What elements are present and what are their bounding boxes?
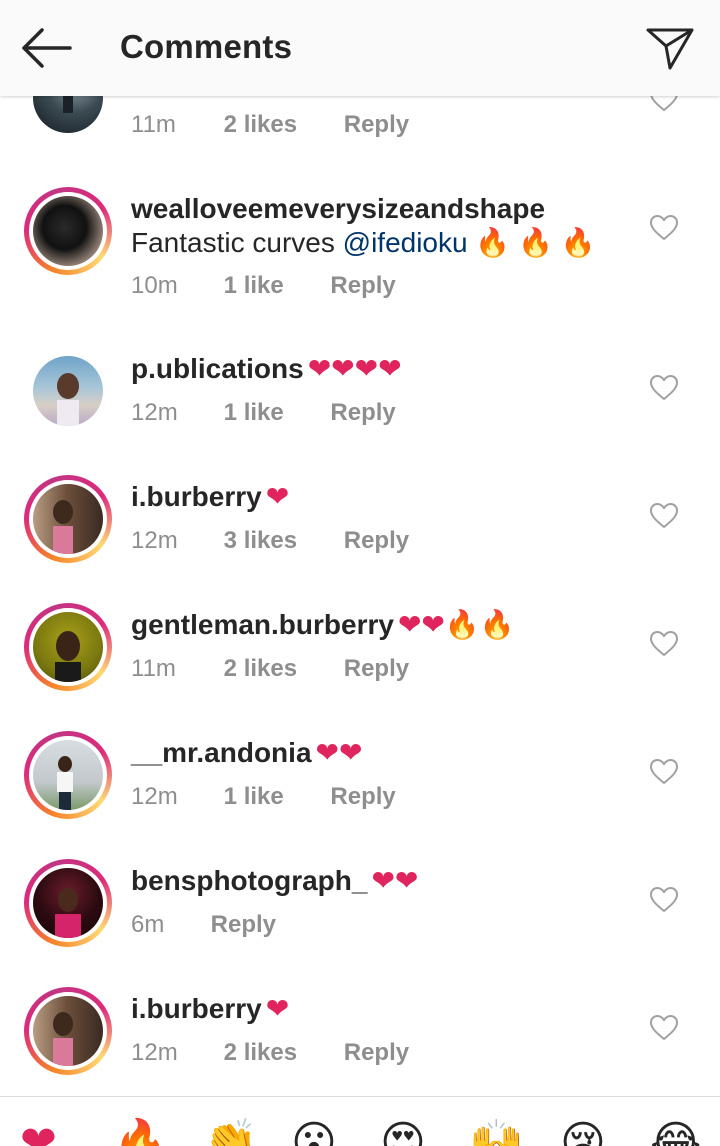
like-heart-icon[interactable] [649,374,679,401]
mention-link[interactable]: @ifedioku [343,227,468,258]
comment-time: 12m [131,1039,178,1066]
comment-username[interactable]: i.burberry ❤ [131,992,289,1025]
comment-time: 6m [131,911,165,938]
reply-button[interactable]: Reply [344,111,409,139]
comment-likes[interactable]: 1 like [224,272,284,300]
comment-likes[interactable]: 2 likes [224,111,297,139]
emoji-crying[interactable]: 😢 [560,1121,606,1146]
comment-username[interactable]: i.burberry ❤ [131,480,289,513]
comment-likes[interactable]: 1 like [224,783,284,811]
avatar[interactable] [24,603,112,691]
comment-username[interactable]: bensphotograph_ ❤❤ [131,864,418,897]
emoji-heart-eyes[interactable]: 😍 [380,1121,426,1146]
comment-text: Fantastic curves @ifedioku 🔥 🔥 🔥 [131,226,596,259]
reply-button[interactable]: Reply [344,655,409,683]
emoji-heart[interactable]: ❤ [20,1121,57,1146]
comment-likes[interactable]: 2 likes [224,655,297,683]
comment-time: 11m [131,111,176,138]
comment-likes[interactable]: 1 like [224,399,284,427]
reply-button[interactable]: Reply [330,783,395,811]
avatar[interactable] [24,347,112,435]
reply-button[interactable]: Reply [344,527,409,555]
avatar[interactable] [24,475,112,563]
comment-meta: 6m Reply [131,911,276,939]
comment-likes[interactable]: 2 likes [224,1039,297,1067]
like-heart-icon[interactable] [649,886,679,913]
emoji-clap[interactable]: 👏 [203,1121,258,1146]
comment-emoji: 🔥 🔥 🔥 [467,227,596,258]
comment-meta: 11m 2 likes Reply [131,655,409,683]
like-heart-icon[interactable] [649,214,679,241]
comment-username[interactable]: __mr.andonia ❤❤ [131,736,362,769]
avatar[interactable] [24,187,112,275]
comment-body: Fantastic curves [131,227,343,258]
comment-username[interactable]: wealloveemeverysizeandshape [131,193,545,225]
comment-time: 11m [131,655,176,682]
send-icon[interactable] [642,22,698,74]
comment-meta: 12m 1 like Reply [131,399,396,427]
emoji-raised-hands[interactable]: 🙌 [469,1121,524,1146]
avatar[interactable] [24,731,112,819]
back-arrow-icon[interactable] [18,24,78,72]
reply-button[interactable]: Reply [330,399,395,427]
reply-button[interactable]: Reply [211,911,276,939]
top-app-bar: Comments [0,0,720,96]
emoji-quick-reactions-bar: ❤ 🔥 👏 😮 😍 🙌 😢 😂 [0,1096,720,1146]
reply-button[interactable]: Reply [330,272,395,300]
avatar[interactable] [24,987,112,1075]
like-heart-icon[interactable] [649,630,679,657]
comment-likes[interactable]: 3 likes [224,527,297,555]
emoji-laughing[interactable]: 😂 [650,1121,701,1146]
reply-button[interactable]: Reply [344,1039,409,1067]
like-heart-icon[interactable] [649,502,679,529]
avatar[interactable] [24,859,112,947]
comment-time: 10m [131,272,178,299]
emoji-fire[interactable]: 🔥 [113,1121,168,1146]
emoji-surprised[interactable]: 😮 [291,1121,337,1146]
comment-meta: 12m 3 likes Reply [131,527,409,555]
comment-meta: 12m 1 like Reply [131,783,396,811]
comment-username[interactable]: gentleman.burberry ❤❤🔥🔥 [131,608,515,641]
comment-time: 12m [131,527,178,554]
like-heart-icon[interactable] [649,758,679,785]
comment-time: 12m [131,399,178,426]
like-heart-icon[interactable] [649,1014,679,1041]
comment-meta: 12m 2 likes Reply [131,1039,409,1067]
comment-meta: 11m 2 likes Reply [131,111,409,139]
page-title: Comments [120,28,293,65]
comment-time: 12m [131,783,178,810]
comment-meta: 10m 1 like Reply [131,272,396,300]
comments-list: 11m 2 likes Reply wealloveemeverysizeand… [0,0,720,1096]
comment-username[interactable]: p.ublications ❤❤❤❤ [131,352,402,385]
